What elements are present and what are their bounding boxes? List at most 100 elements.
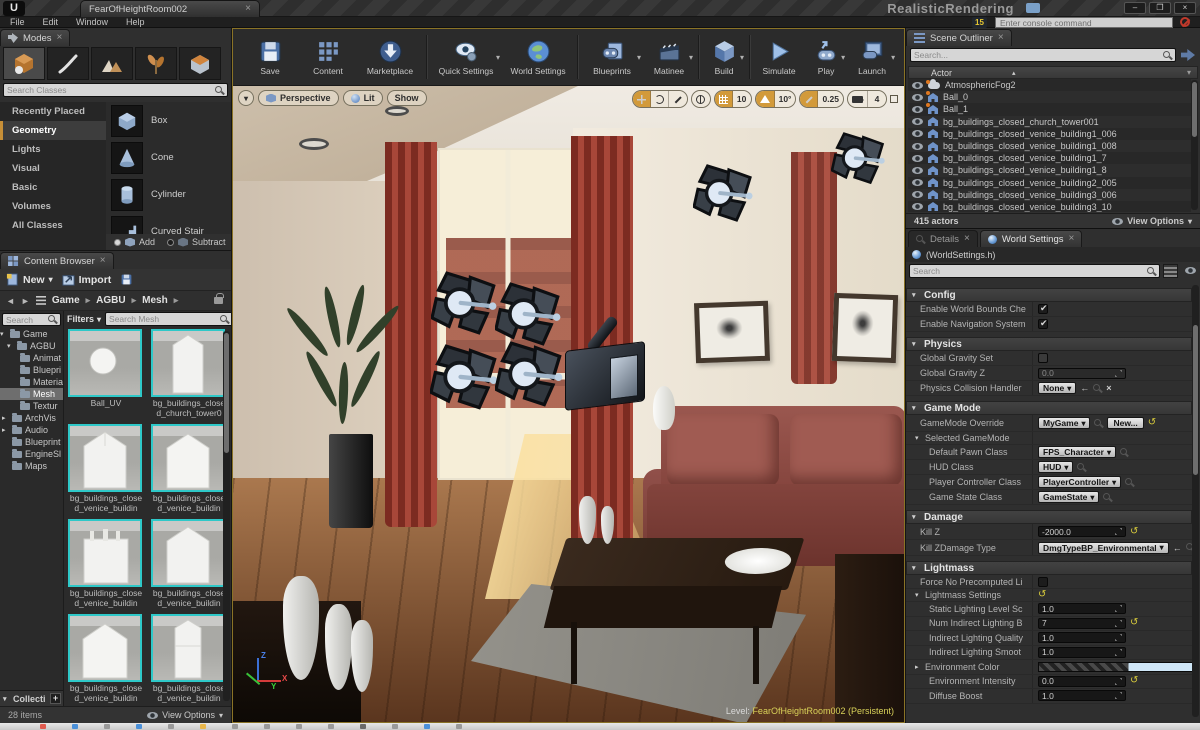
outliner-search[interactable] bbox=[910, 48, 1176, 62]
save-all-icon[interactable] bbox=[120, 273, 133, 286]
spotlight-billboard[interactable] bbox=[495, 282, 563, 348]
grid-snap-value[interactable]: 10 bbox=[733, 91, 751, 107]
chevron-down-icon[interactable] bbox=[891, 53, 895, 62]
crumb-mesh[interactable]: Mesh bbox=[142, 295, 168, 306]
section-physics[interactable]: Physics bbox=[906, 337, 1192, 351]
mode-foliage-button[interactable] bbox=[135, 47, 177, 80]
chevron-down-icon[interactable] bbox=[1187, 68, 1191, 77]
asset-tile[interactable]: bg_buildings_closed_venice_buildin bbox=[68, 614, 144, 703]
crumb-agbu[interactable]: AGBU bbox=[96, 295, 125, 306]
scale-snap-toggle[interactable] bbox=[800, 91, 818, 107]
modes-search[interactable] bbox=[3, 83, 228, 97]
environment-intensity-field[interactable]: 0.0 bbox=[1038, 676, 1126, 687]
console-command-input[interactable] bbox=[995, 17, 1173, 28]
launch-button[interactable]: Launch bbox=[847, 31, 897, 83]
environment-color-swatch[interactable] bbox=[1038, 662, 1192, 672]
content-browser-tab[interactable]: Content Browser bbox=[0, 252, 114, 269]
collections-bar[interactable]: Collecti + bbox=[0, 690, 64, 706]
spotlight-billboard[interactable] bbox=[831, 132, 887, 186]
spotlight-billboard[interactable] bbox=[430, 344, 500, 412]
path-list-icon[interactable] bbox=[36, 296, 46, 305]
level-viewport[interactable]: Perspective Lit Show bbox=[233, 86, 904, 722]
grid-snap-toggle[interactable] bbox=[715, 91, 733, 107]
subtract-radio[interactable] bbox=[167, 239, 174, 246]
chevron-down-icon[interactable] bbox=[740, 53, 744, 62]
default-pawn-dropdown[interactable]: FPS_Character bbox=[1038, 446, 1116, 458]
add-radio[interactable] bbox=[114, 239, 121, 246]
use-selected-icon[interactable] bbox=[1080, 383, 1089, 393]
view-options-eye-icon[interactable] bbox=[1185, 267, 1196, 274]
expander-icon[interactable] bbox=[2, 426, 9, 434]
enable-navigation-checkbox[interactable] bbox=[1038, 319, 1048, 329]
gamemode-override-dropdown[interactable]: MyGame bbox=[1038, 417, 1090, 429]
hud-class-dropdown[interactable]: HUD bbox=[1038, 461, 1073, 473]
collision-handler-dropdown[interactable]: None bbox=[1038, 382, 1076, 394]
category-visual[interactable]: Visual bbox=[0, 159, 106, 178]
new-asset-button[interactable]: New bbox=[6, 273, 53, 286]
scene-outliner-tab[interactable]: Scene Outliner bbox=[906, 29, 1012, 46]
maximize-viewport-button[interactable] bbox=[890, 95, 898, 103]
visibility-eye-icon[interactable] bbox=[912, 155, 923, 162]
scale-snap-value[interactable]: 0.25 bbox=[818, 91, 843, 107]
menu-edit[interactable]: Edit bbox=[43, 17, 59, 27]
actor-row[interactable]: Ball_1 bbox=[908, 103, 1191, 115]
folder-mesh[interactable]: Mesh bbox=[0, 388, 63, 400]
restore-button[interactable]: ❐ bbox=[1149, 2, 1171, 14]
asset-tile[interactable]: bg_buildings_closed_venice_buildin bbox=[68, 519, 144, 608]
section-damage[interactable]: Damage bbox=[906, 510, 1192, 524]
actor-row[interactable]: AtmosphericFog2 bbox=[908, 79, 1191, 91]
reset-to-default-icon[interactable] bbox=[1130, 618, 1138, 628]
folder-game[interactable]: Game bbox=[0, 328, 63, 340]
close-icon[interactable] bbox=[998, 33, 1004, 43]
create-actor-icon[interactable] bbox=[1181, 49, 1195, 61]
os-taskbar[interactable] bbox=[0, 723, 1200, 730]
global-gravity-z-field[interactable]: 0.0 bbox=[1038, 368, 1126, 379]
visibility-eye-icon[interactable] bbox=[912, 130, 923, 137]
world-settings-scrollbar[interactable] bbox=[1192, 285, 1199, 717]
actor-row[interactable]: bg_buildings_closed_church_tower001 bbox=[908, 116, 1191, 128]
section-game-mode[interactable]: Game Mode bbox=[906, 401, 1192, 415]
category-basic[interactable]: Basic bbox=[0, 178, 106, 197]
close-icon[interactable] bbox=[245, 4, 251, 14]
game-state-dropdown[interactable]: GameState bbox=[1038, 491, 1099, 503]
close-icon[interactable] bbox=[964, 234, 970, 244]
folder-archvis[interactable]: ArchVis bbox=[0, 412, 63, 424]
visibility-eye-icon[interactable] bbox=[912, 94, 923, 101]
modes-tab[interactable]: Modes bbox=[0, 29, 70, 46]
chevron-down-icon[interactable] bbox=[689, 53, 693, 62]
visibility-eye-icon[interactable] bbox=[912, 191, 923, 198]
actor-row[interactable]: bg_buildings_closed_venice_building1_008 bbox=[908, 140, 1191, 152]
tree-search[interactable] bbox=[2, 313, 61, 326]
angle-snap-toggle[interactable] bbox=[756, 91, 775, 107]
expander-icon[interactable] bbox=[2, 414, 9, 422]
browse-icon[interactable] bbox=[1093, 384, 1102, 393]
reset-to-default-icon[interactable] bbox=[1038, 590, 1046, 600]
simulate-button[interactable]: Simulate bbox=[753, 31, 805, 83]
placement-item-cone[interactable]: Cone bbox=[106, 139, 231, 176]
outliner-header[interactable]: Actor bbox=[908, 66, 1198, 79]
folder-agbu[interactable]: AGBU bbox=[0, 340, 63, 352]
expander-icon[interactable] bbox=[7, 342, 14, 350]
expander-icon[interactable] bbox=[915, 434, 922, 442]
chevron-down-icon[interactable] bbox=[496, 53, 500, 62]
world-local-toggle[interactable] bbox=[692, 91, 710, 107]
actor-row[interactable]: bg_buildings_closed_venice_building3_10 bbox=[908, 201, 1191, 212]
folder-materials[interactable]: Materia bbox=[0, 376, 63, 388]
reset-to-default-icon[interactable] bbox=[1130, 676, 1138, 686]
force-no-precomputed-checkbox[interactable] bbox=[1038, 577, 1048, 587]
visibility-eye-icon[interactable] bbox=[912, 82, 923, 89]
section-config[interactable]: Config bbox=[906, 288, 1192, 302]
spotlight-billboard[interactable] bbox=[495, 341, 565, 409]
category-volumes[interactable]: Volumes bbox=[0, 197, 106, 216]
camera-speed-value[interactable]: 4 bbox=[868, 91, 886, 107]
filters-button[interactable]: Filters bbox=[67, 314, 101, 324]
property-matrix-button[interactable] bbox=[1163, 264, 1178, 278]
feedback-bubble-icon[interactable] bbox=[1026, 3, 1040, 13]
placement-item-box[interactable]: Box bbox=[106, 102, 231, 139]
translate-tool-button[interactable] bbox=[633, 91, 651, 107]
back-arrow-icon[interactable]: ◄ bbox=[6, 296, 15, 306]
details-tab[interactable]: Details bbox=[908, 230, 978, 247]
visibility-eye-icon[interactable] bbox=[912, 167, 923, 174]
asset-search-input[interactable] bbox=[109, 314, 220, 324]
browse-icon[interactable] bbox=[1125, 478, 1134, 487]
